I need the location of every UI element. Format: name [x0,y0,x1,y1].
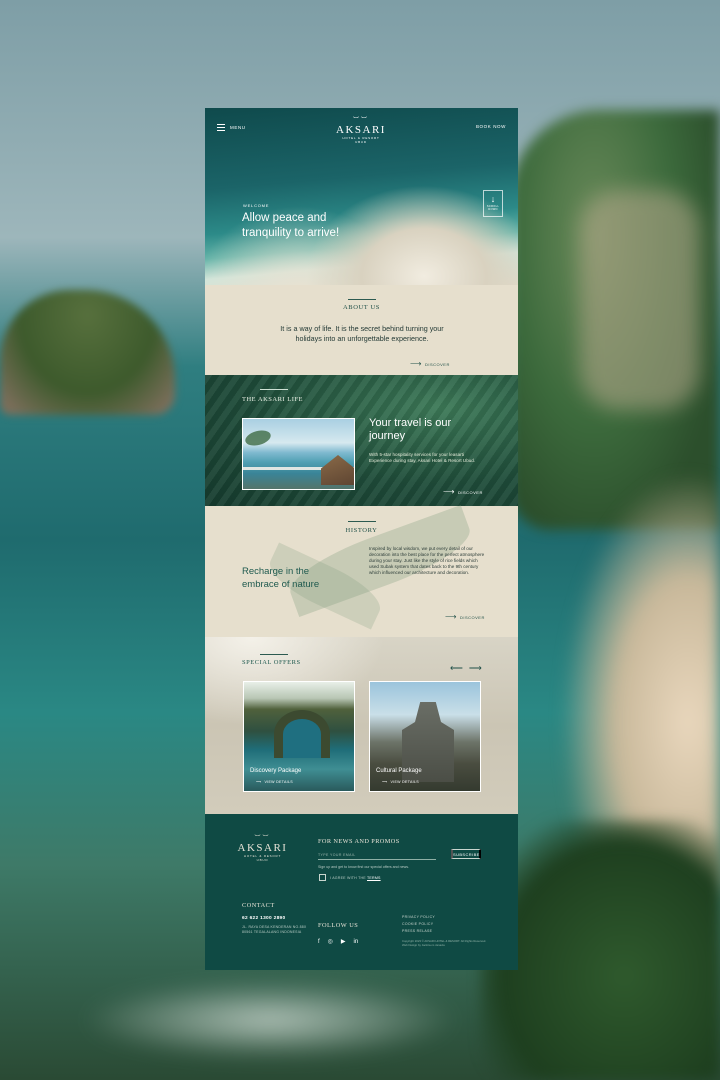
discover-label: DISCOVER [459,614,485,620]
agree-text: I AGREE WITH THE [330,876,366,880]
about-section: ABOUT US It is a way of life. It is the … [205,285,518,375]
offer-card-cultural[interactable]: Cultural Package ⟶ VIEW DETAILS [369,681,481,792]
arrow-left-icon[interactable]: ⟵ [450,664,463,673]
address: JL. RAYA DESA KENDERAN NO.88X 80561 TEGA… [242,925,307,934]
view-details-label: VIEW DETAILS [390,780,419,784]
newsletter-title: FOR NEWS AND PROMOS [318,838,400,845]
life-title: THE AKSARI LIFE [242,396,303,403]
top-nav: MENU ︶︶ AKSARI HOTEL & RESORT UBUD BOOK … [205,108,518,148]
newsletter-note: Sign up and get to know first our specia… [318,865,410,869]
photo-foliage [243,427,273,449]
instagram-icon[interactable]: ◎ [328,939,333,945]
scroll-label: SCROLL DOWN [486,205,500,211]
arrow-down-icon: ↓ [490,194,496,204]
terms-link[interactable]: TERMS [367,876,381,880]
arrow-right-icon: ⟶ [443,487,455,496]
offer-name: Cultural Package [376,768,422,774]
divider [260,389,288,390]
history-discover-link[interactable]: ⟶ DISCOVER [445,612,485,621]
logo-name: AKSARI [237,842,288,854]
copyright: Copyright 2023 © AKSARI HOTEL & RESORT. … [402,939,487,947]
arrow-right-icon: ⟶ [445,612,457,621]
brand-logo[interactable]: ︶︶ AKSARI HOTEL & RESORT UBUD [321,118,401,144]
menu-button[interactable]: MENU [217,124,246,131]
subscribe-button[interactable]: SUBSCRIBE [451,849,481,859]
email-field[interactable] [318,851,436,860]
discover-label: DISCOVER [457,489,483,495]
footer-logo[interactable]: ︶︶ AKSARI HOTEL & RESORT UBUD [230,836,295,862]
aksari-life-section: THE AKSARI LIFE Your travel is our journ… [205,375,518,506]
linkedin-icon[interactable]: in [354,939,359,945]
website-mockup: MENU ︶︶ AKSARI HOTEL & RESORT UBUD BOOK … [205,108,518,970]
social-links: f ◎ ▶ in [318,939,358,945]
hero-section: MENU ︶︶ AKSARI HOTEL & RESORT UBUD BOOK … [205,108,518,285]
discover-label: DISCOVER [424,361,450,367]
offer-name: Discovery Package [250,768,302,774]
history-heading: Recharge in the embrace of nature [242,566,320,590]
hero-title: Allow peace and tranquility to arrive! [242,212,340,239]
background-rock [580,190,700,410]
life-discover-link[interactable]: ⟶ DISCOVER [443,487,483,496]
divider [348,521,376,522]
sea-arch-photo [274,710,330,758]
legal-links: PRIVACY POLICY COOKIE POLICY PRESS RELAS… [402,915,435,933]
arrow-right-icon[interactable]: ⟶ [469,664,482,673]
divider [260,654,288,655]
view-details-link[interactable]: ⟶ VIEW DETAILS [256,780,293,784]
cookie-policy-link[interactable]: COOKIE POLICY [402,922,435,926]
life-text: With 5-star hospitality services for you… [369,452,476,463]
terms-checkbox[interactable] [319,874,326,881]
offer-card-discovery[interactable]: Discovery Package ⟶ VIEW DETAILS [243,681,355,792]
divider [348,299,376,300]
life-heading: Your travel is our journey [369,417,452,442]
background-foam [80,980,460,1060]
history-text: Inspired by local wisdom, we put every d… [369,546,485,576]
logo-name: AKSARI [336,124,386,136]
about-text: It is a way of life. It is the secret be… [280,324,444,343]
about-discover-link[interactable]: ⟶ DISCOVER [410,359,450,368]
hero-eyebrow: WELCOME [243,203,270,208]
view-details-label: VIEW DETAILS [264,780,293,784]
about-title: ABOUT US [342,304,380,311]
special-offers-section: SPECIAL OFFERS ⟵ ⟶ Discovery Package ⟶ V… [205,637,518,814]
logo-location: UBUD [256,858,269,862]
offers-title: SPECIAL OFFERS [242,659,301,666]
arrow-right-icon: ⟶ [410,359,422,368]
offers-carousel-nav: ⟵ ⟶ [450,664,482,673]
contact-title: CONTACT [242,902,275,909]
background-island [0,290,175,415]
youtube-icon[interactable]: ▶ [341,939,346,945]
infinity-pool-photo [242,418,355,490]
facebook-icon[interactable]: f [318,939,320,945]
arrow-right-icon: ⟶ [256,780,262,784]
press-release-link[interactable]: PRESS RELASE [402,929,435,933]
arrow-right-icon: ⟶ [382,780,388,784]
menu-label: MENU [230,125,246,130]
scroll-down-button[interactable]: ↓ SCROLL DOWN [483,190,503,217]
logo-location: UBUD [355,140,367,144]
history-title: HISTORY [345,527,378,534]
privacy-policy-link[interactable]: PRIVACY POLICY [402,915,435,919]
phone-number[interactable]: 62 622 1300 2890 [242,916,285,921]
hamburger-icon [217,124,225,131]
terms-agreement: I AGREE WITH THE TERMS [330,876,381,880]
view-details-link[interactable]: ⟶ VIEW DETAILS [382,780,419,784]
footer: ︶︶ AKSARI HOTEL & RESORT UBUD FOR NEWS A… [205,814,518,970]
follow-title: FOLLOW US [318,922,359,929]
photo-hut [321,455,354,485]
book-now-button[interactable]: BOOK NOW [476,124,506,129]
history-section: HISTORY Recharge in the embrace of natur… [205,505,518,637]
